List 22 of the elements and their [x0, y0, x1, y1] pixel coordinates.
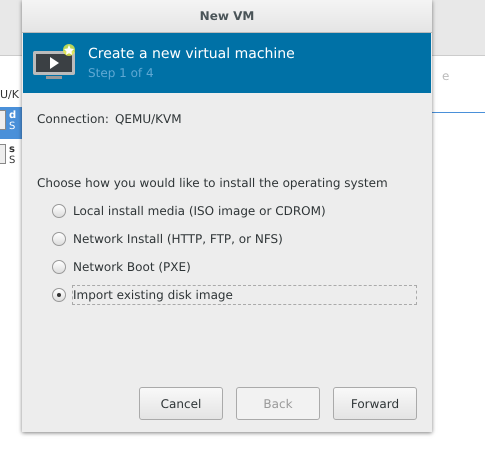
connection-label: Connection: [37, 112, 109, 126]
vm-name: d [9, 110, 16, 121]
radio-button[interactable] [52, 204, 66, 218]
connection-value: QEMU/KVM [114, 112, 182, 126]
option-label[interactable]: Network Boot (PXE) [72, 257, 417, 277]
step-label: Step 1 of 4 [88, 66, 155, 80]
header-title: Create a new virtual machine [88, 46, 295, 62]
vm-status: S [9, 155, 16, 166]
vm-status: S [9, 121, 16, 132]
column-header: e [442, 69, 450, 83]
radio-button[interactable] [52, 288, 66, 302]
dialog-button[interactable]: Forward [333, 387, 417, 420]
radio-button[interactable] [52, 260, 66, 274]
install-prompt: Choose how you would like to install the operating system [37, 176, 389, 190]
dialog-button[interactable]: Cancel [139, 387, 223, 420]
path-fragment: U/K [0, 87, 20, 103]
option-label[interactable]: Import existing disk image [72, 285, 417, 305]
option-label[interactable]: Network Install (HTTP, FTP, or NFS) [72, 229, 417, 249]
option-label[interactable]: Local install media (ISO image or CDROM) [72, 201, 417, 221]
radio-button[interactable] [52, 232, 66, 246]
vm-name: s [9, 144, 16, 155]
window-title: New VM [200, 9, 254, 23]
